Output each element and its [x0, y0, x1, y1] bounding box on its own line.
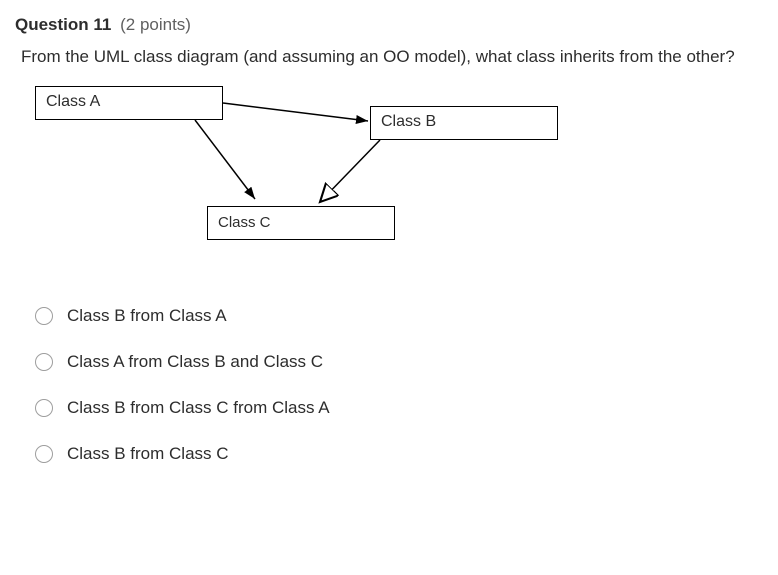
question-prompt: From the UML class diagram (and assuming…	[21, 45, 771, 69]
option-label: Class B from Class C from Class A	[67, 398, 330, 418]
option-1[interactable]: Class B from Class A	[35, 306, 778, 326]
question-header: Question 11 (2 points)	[15, 15, 778, 35]
option-label: Class A from Class B and Class C	[67, 352, 323, 372]
radio-icon	[35, 399, 53, 417]
class-b-box: Class B	[370, 106, 558, 140]
question-number: Question 11	[15, 15, 111, 34]
radio-icon	[35, 307, 53, 325]
answer-options: Class B from Class A Class A from Class …	[35, 306, 778, 464]
class-a-box: Class A	[35, 86, 223, 120]
option-label: Class B from Class C	[67, 444, 229, 464]
option-label: Class B from Class A	[67, 306, 227, 326]
option-3[interactable]: Class B from Class C from Class A	[35, 398, 778, 418]
radio-icon	[35, 445, 53, 463]
question-points: (2 points)	[120, 15, 191, 34]
uml-diagram: Class A Class B Class C	[30, 81, 630, 281]
option-2[interactable]: Class A from Class B and Class C	[35, 352, 778, 372]
radio-icon	[35, 353, 53, 371]
class-c-box: Class C	[207, 206, 395, 240]
option-4[interactable]: Class B from Class C	[35, 444, 778, 464]
